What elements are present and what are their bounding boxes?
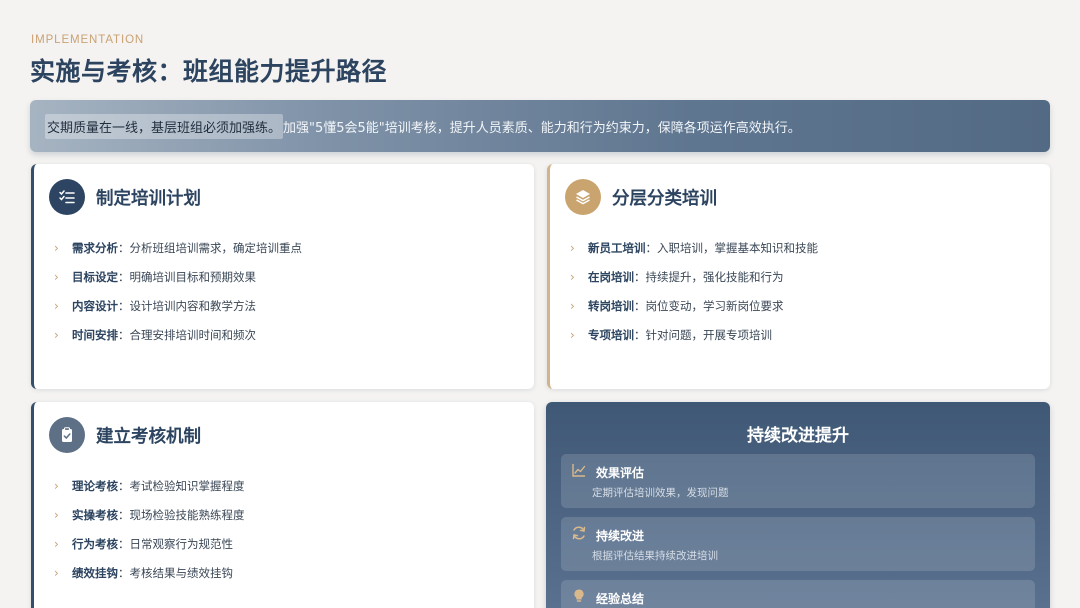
improve-item-evaluation: 效果评估 定期评估培训效果，发现问题 [561,454,1035,508]
card-training-plan: 制定培训计划 › 需求分析 ：分析班组培训需求，确定培训重点 › 目标设定 ：明确培训目… [31,164,534,389]
chart-line-icon [572,464,586,477]
improve-item-summary: 经验总结 [561,580,1035,608]
panel-title: 持续改进提升 [747,426,849,446]
layers-icon [565,179,601,215]
banner-text: 加强"5懂5会5能"培训考核，提升人员素质、能力和行为约束力，保障各项运作高效执… [283,120,801,136]
card-assessment: 建立考核机制 › 理论考核 ：考试检验知识掌握程度 › 实操考核 ：现场检验技能熟练程度… [31,402,534,608]
list-item: › 实操考核 ：现场检验技能熟练程度 [54,507,245,522]
chevron-right-icon: › [54,507,59,522]
list-item: › 在岗培训 ：持续提升，强化技能和行为 [570,269,784,284]
improve-item-desc: 定期评估培训效果，发现问题 [592,487,729,499]
list-item: › 转岗培训 ：岗位变动，学习新岗位要求 [570,298,784,313]
intro-banner: 交期质量在一线，基层班组必须加强练。 加强"5懂5会5能"培训考核，提升人员素质… [30,100,1050,152]
chevron-right-icon: › [54,240,59,255]
improve-item-title: 经验总结 [596,592,645,606]
lightbulb-icon [574,589,584,602]
list-item: › 专项培训 ：针对问题，开展专项培训 [570,327,772,342]
chevron-right-icon: › [54,298,59,313]
list-item: › 行为考核 ：日常观察行为规范性 [54,536,233,551]
item-list: › 需求分析 ：分析班组培训需求，确定培训重点 › 目标设定 ：明确培训目标和预期效果 … [54,233,302,349]
item-list: › 新员工培训 ：入职培训，掌握基本知识和技能 › 在岗培训 ：持续提升，强化技能和行为… [570,233,818,349]
panel-continuous-improvement: 持续改进提升 效果评估 定期评估培训效果，发现问题 持续改进 根据评估结果持续改… [546,402,1050,608]
refresh-icon [572,526,586,540]
chevron-right-icon: › [570,298,575,313]
list-item: › 内容设计 ：设计培训内容和教学方法 [54,298,256,313]
eyebrow-label: IMPLEMENTATION [31,34,145,46]
list-item: › 新员工培训 ：入职培训，掌握基本知识和技能 [570,240,818,255]
list-item: › 绩效挂钩 ：考核结果与绩效挂钩 [54,565,233,580]
chevron-right-icon: › [54,565,59,580]
list-check-icon [49,179,85,215]
list-item: › 需求分析 ：分析班组培训需求，确定培训重点 [54,240,302,255]
list-item: › 时间安排 ：合理安排培训时间和频次 [54,327,256,342]
improve-item-desc: 根据评估结果持续改进培训 [592,550,718,562]
card-title: 分层分类培训 [612,188,717,209]
chevron-right-icon: › [570,327,575,342]
banner-highlight: 交期质量在一线，基层班组必须加强练。 [45,113,284,139]
card-layered-training: 分层分类培训 › 新员工培训 ：入职培训，掌握基本知识和技能 › 在岗培训 ：持续提升，… [547,164,1050,389]
chevron-right-icon: › [54,536,59,551]
card-title: 建立考核机制 [96,426,201,447]
list-item: › 目标设定 ：明确培训目标和预期效果 [54,269,256,284]
card-title: 制定培训计划 [96,188,201,209]
chevron-right-icon: › [570,240,575,255]
clipboard-check-icon [49,417,85,453]
chevron-right-icon: › [54,327,59,342]
chevron-right-icon: › [54,478,59,493]
chevron-right-icon: › [54,269,59,284]
item-list: › 理论考核 ：考试检验知识掌握程度 › 实操考核 ：现场检验技能熟练程度 › 行为考核：… [54,471,245,587]
improve-item-title: 效果评估 [596,466,645,480]
chevron-right-icon: › [570,269,575,284]
page-title: 实施与考核：班组能力提升路径 [30,57,388,86]
improve-item-title: 持续改进 [596,529,645,543]
improve-item-improvement: 持续改进 根据评估结果持续改进培训 [561,517,1035,571]
list-item: › 理论考核 ：考试检验知识掌握程度 [54,478,245,493]
